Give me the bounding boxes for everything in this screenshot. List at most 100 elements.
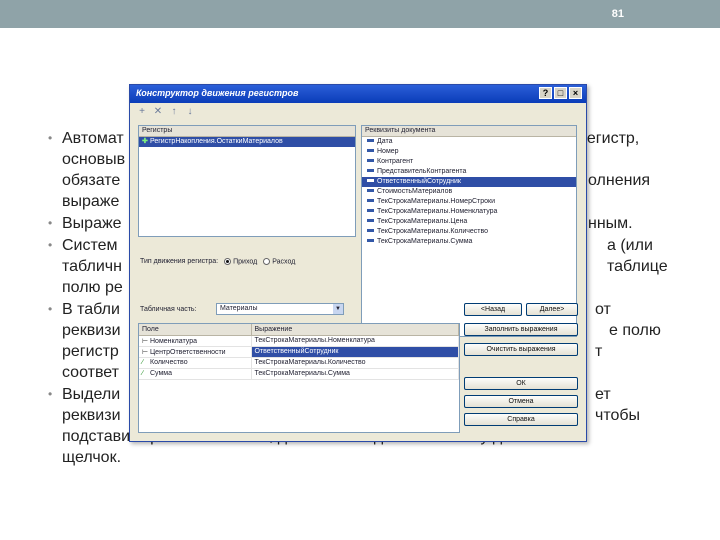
chevron-down-icon[interactable]: ▼ <box>333 304 343 314</box>
clear-expressions-button[interactable]: Очистить выражения <box>464 343 578 356</box>
b3-line3: полю ре <box>62 279 123 296</box>
b4-line2-end: е полю <box>609 322 661 339</box>
add-icon[interactable]: + <box>136 106 148 118</box>
dialog-titlebar[interactable]: Конструктор движения регистров ? □ × <box>130 85 586 103</box>
dialog-title: Конструктор движения регистров <box>136 88 299 98</box>
resource-icon: ∕ <box>142 370 144 377</box>
list-item[interactable]: ПредставительКонтрагента <box>362 167 576 177</box>
radio-income-label: Приход <box>233 258 258 266</box>
requisite-icon <box>367 208 374 212</box>
b5-line2-start: реквизи <box>62 407 121 424</box>
table-row[interactable]: ⊢ Номенклатура ТекСтрокаМатериалы.Номенкл… <box>139 335 459 347</box>
b4-line3-start: регистр <box>62 343 119 360</box>
requisite-icon <box>367 158 374 162</box>
b4-line2-start: реквизи <box>62 322 121 339</box>
help-button[interactable]: Справка <box>464 413 578 426</box>
registers-list[interactable]: Регистры ✚ РегистрНакопления.ОстаткиМатер… <box>138 125 356 237</box>
list-item[interactable]: ТекСтрокаМатериалы.Цена <box>362 217 576 227</box>
bullet-dot-icon: • <box>48 238 53 252</box>
list-item[interactable]: Номер <box>362 147 576 157</box>
grid-cell-expression[interactable]: ОтветственныйСотрудник <box>251 346 459 358</box>
list-item[interactable]: ТекСтрокаМатериалы.Сумма <box>362 237 576 247</box>
radio-expense[interactable]: Расход <box>263 258 295 265</box>
requisite-icon <box>367 218 374 222</box>
list-item[interactable]: СтоимостьМатериалов <box>362 187 576 197</box>
b3-line1-end: а (или <box>607 237 653 254</box>
b5-line1-start: Выдели <box>62 386 121 403</box>
list-item-label: Дата <box>377 138 393 145</box>
grid-cell-expression[interactable]: ТекСтрокаМатериалы.Сумма <box>251 368 459 380</box>
close-icon[interactable]: × <box>569 87 582 99</box>
grid-cell-field[interactable]: ∕ Количество <box>139 357 252 369</box>
b3-line1-start: Систем <box>62 237 118 254</box>
help-icon[interactable]: ? <box>539 87 552 99</box>
delete-icon[interactable]: ✕ <box>152 106 164 118</box>
radio-income[interactable]: Приход <box>224 258 257 265</box>
fill-expressions-button[interactable]: Заполнить выражения <box>464 323 578 336</box>
bullet-dot-icon: • <box>48 302 53 316</box>
list-item[interactable]: ТекСтрокаМатериалы.Номенклатура <box>362 207 576 217</box>
field-icon: ⊢ <box>142 337 149 345</box>
grid-header-expression[interactable]: Выражение <box>251 324 459 336</box>
fields-grid[interactable]: Поле Выражение ⊢ Номенклатура ТекСтрокаМа… <box>138 323 460 433</box>
b1-line1-start: Автомат <box>62 130 124 147</box>
maximize-icon[interactable]: □ <box>554 87 567 99</box>
register-item[interactable]: ✚ РегистрНакопления.ОстаткиМатериалов <box>139 137 355 147</box>
field-label: ЦентрОтветственности <box>150 348 226 356</box>
window-controls: ? □ × <box>539 87 582 99</box>
tabular-part-select[interactable]: Материалы ▼ <box>216 303 344 315</box>
radio-expense-label: Расход <box>272 258 296 266</box>
b1-line3-end: олнения <box>588 172 651 189</box>
move-up-icon[interactable]: ↑ <box>168 106 180 118</box>
ok-button[interactable]: ОК <box>464 377 578 390</box>
tabular-part-value: Материалы <box>220 305 258 312</box>
b4-line3-end: т <box>595 343 603 360</box>
grid-cell-field[interactable]: ∕ Сумма <box>139 368 252 380</box>
b1-line4: выраже <box>62 193 120 210</box>
next-button[interactable]: Далее> <box>526 303 578 316</box>
table-row-selected[interactable]: ⊢ ЦентрОтветственности ОтветственныйСотру… <box>139 346 459 358</box>
resource-icon: ∕ <box>142 359 144 366</box>
field-label: Сумма <box>150 370 172 377</box>
move-down-icon[interactable]: ↓ <box>184 106 196 118</box>
b3-line2-start: табличн <box>62 258 122 275</box>
list-item[interactable]: Контрагент <box>362 157 576 167</box>
requisite-icon <box>367 228 374 232</box>
cancel-button[interactable]: Отмена <box>464 395 578 408</box>
register-movement-constructor-dialog: Конструктор движения регистров ? □ × + ✕… <box>129 84 587 442</box>
list-item-label: Контрагент <box>377 158 414 165</box>
list-item-selected[interactable]: ОтветственныйСотрудник <box>362 177 576 187</box>
register-item-label: РегистрНакопления.ОстаткиМатериалов <box>150 138 283 145</box>
list-item[interactable]: Дата <box>362 137 576 147</box>
grid-header-field[interactable]: Поле <box>139 324 252 336</box>
grid-cell-expression[interactable]: ТекСтрокаМатериалы.Количество <box>251 357 459 369</box>
grid-cell-expression[interactable]: ТекСтрокаМатериалы.Номенклатура <box>251 335 459 347</box>
grid-cell-field[interactable]: ⊢ ЦентрОтветственности <box>139 346 252 358</box>
bullet-dot-icon: • <box>48 131 53 145</box>
radio-checked-icon <box>224 258 232 265</box>
list-item-label: Номер <box>377 148 399 155</box>
doc-requisites-header: Реквизиты документа <box>362 126 576 137</box>
list-item[interactable]: ТекСтрокаМатериалы.НомерСтроки <box>362 197 576 207</box>
list-item-label: ТекСтрокаМатериалы.НомерСтроки <box>377 198 495 205</box>
table-row[interactable]: ∕ Количество ТекСтрокаМатериалы.Количеств… <box>139 357 459 369</box>
list-item-label: СтоимостьМатериалов <box>377 188 453 195</box>
field-icon: ⊢ <box>142 348 149 356</box>
list-item[interactable]: ТекСтрокаМатериалы.Количество <box>362 227 576 237</box>
b2-end: нным. <box>588 215 633 232</box>
list-item-label: ТекСтрокаМатериалы.Сумма <box>377 238 473 245</box>
b4-line4: соответ <box>62 364 119 381</box>
radio-unchecked-icon <box>263 258 271 265</box>
list-item-label: ТекСтрокаМатериалы.Количество <box>377 228 489 235</box>
requisite-icon <box>367 148 374 152</box>
slide-number: 81 <box>611 8 624 20</box>
list-item-label: ТекСтрокаМатериалы.Номенклатура <box>377 208 498 215</box>
b5-line4: щелчок. <box>62 449 122 466</box>
grid-cell-field[interactable]: ⊢ Номенклатура <box>139 335 252 347</box>
back-button[interactable]: <Назад <box>464 303 522 316</box>
list-item-label: ПредставительКонтрагента <box>377 168 467 175</box>
b5-line2-end: чтобы <box>595 407 641 424</box>
table-row[interactable]: ∕ Сумма ТекСтрокаМатериалы.Сумма <box>139 368 459 380</box>
list-item-label: ОтветственныйСотрудник <box>377 178 461 185</box>
b1-line3-start: обязате <box>62 172 121 189</box>
